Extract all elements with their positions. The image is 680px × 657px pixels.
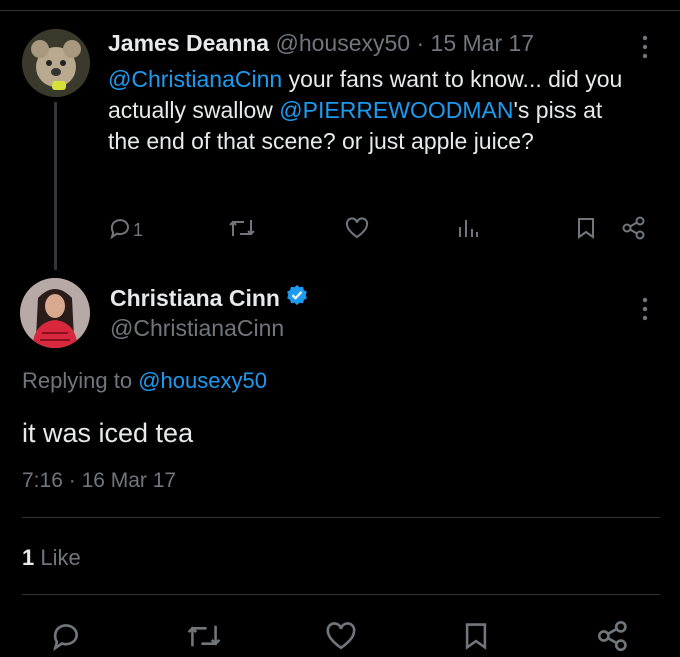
share-button[interactable] (621, 216, 647, 245)
retweet-button[interactable] (228, 216, 256, 245)
header-separator: · (416, 30, 425, 56)
likes-label: Like (34, 545, 81, 570)
like-action-button[interactable] (324, 620, 358, 657)
retweet-action-button[interactable] (186, 620, 222, 657)
timestamp-separator: · (68, 469, 76, 492)
like-button[interactable] (344, 216, 370, 245)
parent-header: James Deanna @housexy50 · 15 Mar 17 (108, 30, 534, 57)
parent-author-name[interactable]: James Deanna (108, 30, 269, 56)
reply-time: 7:16 (22, 469, 63, 492)
reply-author-handle[interactable]: @ChristianaCinn (110, 315, 284, 342)
thread-connector (54, 102, 57, 270)
avatar-james-deanna[interactable] (22, 29, 90, 97)
reply-timestamp[interactable]: 7:16 · 16 Mar 17 (22, 469, 176, 493)
like-icon (344, 216, 370, 245)
reply-icon (50, 620, 82, 657)
reply-button[interactable]: 1 (108, 216, 143, 245)
retweet-icon (186, 620, 222, 657)
mention-link[interactable]: @ChristianaCinn (108, 66, 282, 92)
divider (22, 594, 660, 595)
mention-link[interactable]: @PIERREWOODMAN (279, 97, 513, 123)
parent-author-handle[interactable]: @housexy50 (275, 30, 410, 56)
likes-summary[interactable]: 1 Like (22, 545, 81, 571)
share-action-button[interactable] (596, 620, 630, 657)
replying-to-line: Replying to @housexy50 (22, 368, 267, 394)
bookmark-button[interactable] (575, 216, 597, 245)
verified-badge-icon[interactable] (286, 284, 308, 312)
views-button[interactable] (456, 216, 480, 245)
top-divider (0, 10, 680, 11)
avatar-christiana-cinn[interactable] (20, 278, 90, 348)
reply-icon (108, 216, 132, 245)
replying-to-link[interactable]: @housexy50 (138, 368, 267, 393)
bookmark-icon (462, 620, 490, 657)
likes-count: 1 (22, 545, 35, 570)
parent-tweet-text: @ChristianaCinn your fans want to know..… (108, 64, 638, 157)
views-icon (456, 216, 480, 245)
reply-author-name[interactable]: Christiana Cinn (110, 285, 280, 312)
divider (22, 517, 660, 518)
bookmark-action-button[interactable] (462, 620, 490, 657)
reply-author-row: Christiana Cinn (110, 284, 308, 312)
share-icon (596, 620, 630, 657)
like-icon (324, 620, 358, 657)
more-options-icon[interactable] (638, 296, 652, 327)
reply-date: 16 Mar 17 (81, 469, 177, 492)
reply-count: 1 (133, 220, 144, 240)
share-icon (621, 216, 647, 245)
reply-tweet-text: it was iced tea (22, 418, 194, 448)
parent-date[interactable]: 15 Mar 17 (431, 30, 535, 56)
more-options-icon[interactable] (638, 34, 652, 65)
replying-to-label: Replying to (22, 368, 139, 393)
bookmark-icon (575, 216, 597, 245)
retweet-icon (228, 216, 256, 245)
reply-action-button[interactable] (50, 620, 82, 657)
